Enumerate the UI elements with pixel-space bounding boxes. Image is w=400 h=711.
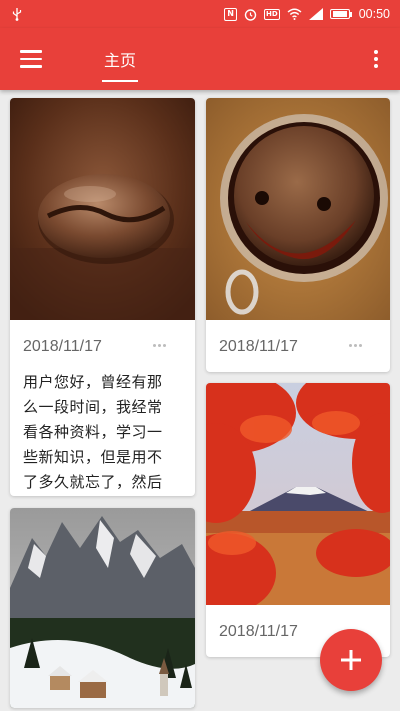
card-text-line: 么一段时间，我经常: [23, 398, 163, 416]
card-text-line: 些新知识，但是用不: [23, 448, 163, 466]
plus-icon: [341, 650, 361, 670]
note-card[interactable]: [10, 508, 195, 708]
wifi-icon: [287, 8, 302, 20]
card-date: 2018/11/17: [219, 623, 298, 640]
more-horizontal-icon[interactable]: [349, 344, 362, 347]
signal-icon: [308, 8, 323, 20]
tab-home-label: 主页: [103, 51, 136, 70]
card-date: 2018/11/17: [23, 338, 102, 355]
more-vertical-icon[interactable]: [364, 45, 388, 73]
card-text-line: 看各种资料，学习一: [23, 423, 163, 441]
card-text: 用户您好，曾经有那 么一段时间，我经常 看各种资料，学习一 些新知识，但是用不 …: [23, 370, 188, 495]
clock-time: 00:50: [358, 7, 390, 21]
note-card[interactable]: 2018/11/17: [206, 383, 390, 657]
snowy-mountain-village-photo: [10, 508, 195, 708]
tab-indicator: [102, 80, 138, 82]
more-horizontal-icon[interactable]: [153, 344, 166, 347]
tab-home[interactable]: 主页: [100, 28, 140, 90]
card-date: 2018/11/17: [219, 338, 298, 355]
note-card[interactable]: 2018/11/17: [206, 98, 390, 372]
card-text-line: 用户您好，曾经有那: [23, 373, 163, 391]
maple-mount-fuji-photo: [206, 383, 390, 605]
alarm-icon: [244, 8, 257, 21]
status-bar: N HD 00:50: [0, 0, 400, 28]
hd-icon: HD: [264, 8, 280, 20]
card-text-line: 了多久就忘了，然后: [23, 473, 163, 491]
nfc-icon: N: [224, 7, 238, 21]
note-card[interactable]: 2018/11/17 用户您好，曾经有那 么一段时间，我经常 看各种资料，学习一…: [10, 98, 195, 496]
add-note-button[interactable]: [320, 629, 382, 691]
usb-icon: [12, 8, 22, 21]
app-toolbar: 主页: [0, 28, 400, 90]
battery-icon: [329, 9, 352, 19]
coffee-cup-smiley-photo: [206, 98, 390, 320]
coffee-bean-photo: [10, 98, 195, 320]
hamburger-menu-icon[interactable]: [12, 42, 50, 76]
